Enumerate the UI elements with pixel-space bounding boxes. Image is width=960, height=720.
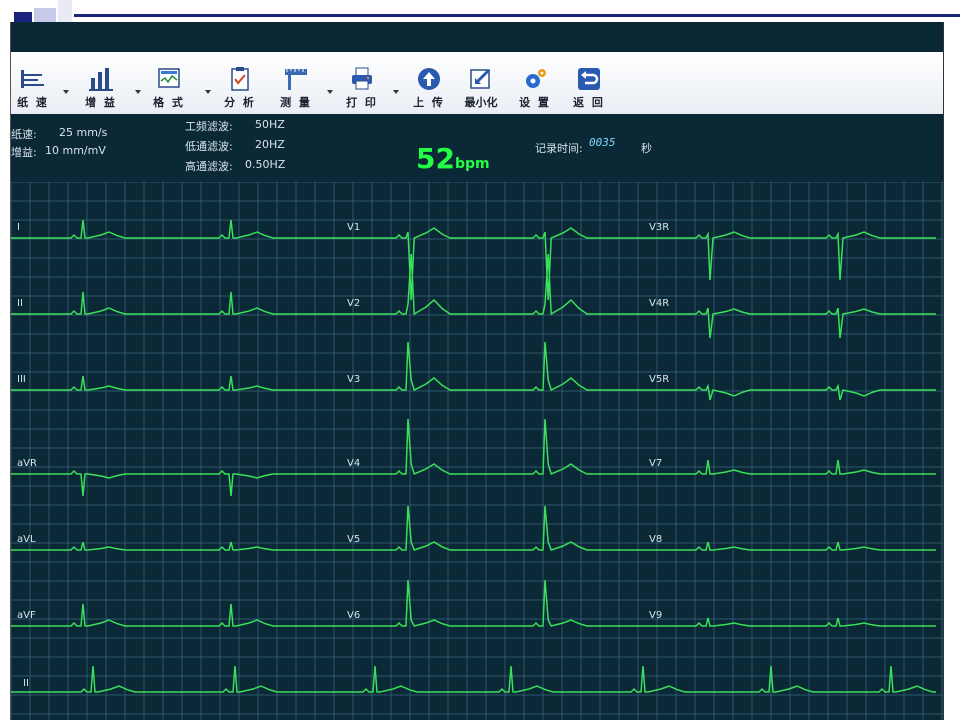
gain-info-label: 增益: bbox=[11, 146, 37, 159]
ecg-trace bbox=[11, 603, 341, 627]
paper-speed-label: 纸 速 bbox=[17, 96, 49, 109]
toolbar: 纸 速 增 益 格 式 分 析 测 量 打 印 上 传 最小化 设 置 返 回 bbox=[11, 52, 943, 116]
lead-label-avf: aVF bbox=[17, 610, 36, 621]
paper-speed-info-label: 纸速: bbox=[11, 128, 37, 141]
gear-icon bbox=[526, 69, 546, 88]
print-dropdown-arrow[interactable] bbox=[393, 90, 399, 94]
slide-square-navy bbox=[14, 12, 32, 22]
gain-button[interactable]: 增 益 bbox=[79, 54, 123, 110]
return-label: 返 回 bbox=[573, 96, 605, 109]
lead-label-iii: III bbox=[17, 374, 26, 385]
ecg-trace bbox=[11, 291, 341, 315]
analysis-clipboard-icon bbox=[231, 67, 249, 91]
minimize-button[interactable]: 最小化 bbox=[459, 54, 503, 110]
settings-label: 设 置 bbox=[519, 96, 551, 109]
heart-rate-display: 52bpm bbox=[416, 142, 490, 175]
ecg-traces bbox=[11, 219, 936, 693]
slide-rule bbox=[74, 14, 960, 17]
minimize-icon bbox=[470, 68, 491, 89]
slide-square-lavender bbox=[34, 8, 56, 22]
ecg-waveform-grid: IIIIIIaVRaVLaVFV1V2V3V4V5V6V3RV4RV5RV7V8… bbox=[11, 182, 943, 720]
gain-bars-icon bbox=[89, 68, 113, 91]
lead-label-avr: aVR bbox=[17, 458, 37, 469]
format-icon bbox=[158, 68, 180, 88]
print-button[interactable]: 打 印 bbox=[339, 54, 385, 110]
lead-label-v5r: V5R bbox=[649, 374, 669, 385]
lowpass-filter-label: 低通滤波: bbox=[185, 140, 233, 153]
slide-square-light bbox=[58, 0, 72, 22]
lead-label-v3r: V3R bbox=[649, 222, 669, 233]
lead-label-v2: V2 bbox=[347, 298, 360, 309]
lead-label-v6: V6 bbox=[347, 610, 360, 621]
paper-speed-button[interactable]: 纸 速 bbox=[13, 54, 53, 110]
print-label: 打 印 bbox=[346, 96, 378, 109]
lead-label-ii: II bbox=[17, 298, 23, 309]
power-filter-value: 50HZ bbox=[255, 118, 285, 131]
paper-speed-dropdown-arrow[interactable] bbox=[63, 90, 69, 94]
printer-icon bbox=[352, 67, 372, 90]
return-button[interactable]: 返 回 bbox=[567, 54, 611, 110]
return-arrow-icon bbox=[578, 68, 600, 90]
highpass-filter-value: 0.50HZ bbox=[245, 158, 286, 171]
paper-speed-info-value: 25 mm/s bbox=[59, 126, 108, 139]
upload-label: 上 传 bbox=[413, 96, 445, 109]
ecg-trace bbox=[646, 307, 936, 339]
lead-label-v1: V1 bbox=[347, 222, 360, 233]
format-dropdown-arrow[interactable] bbox=[205, 90, 211, 94]
record-time-value: 0035 bbox=[589, 136, 616, 149]
minimize-label: 最小化 bbox=[464, 96, 498, 109]
heart-rate-unit: bpm bbox=[454, 156, 490, 172]
lead-label-v4: V4 bbox=[347, 458, 360, 469]
paper-speed-icon bbox=[21, 70, 44, 88]
ruler-measure-icon bbox=[285, 69, 307, 90]
heart-rate-value: 52 bbox=[416, 142, 455, 175]
lead-label-rhythm-ii: II bbox=[23, 678, 29, 689]
measure-button[interactable]: 测 量 bbox=[273, 54, 319, 110]
format-label: 格 式 bbox=[153, 96, 185, 109]
measure-label: 测 量 bbox=[280, 96, 312, 109]
gain-label: 增 益 bbox=[85, 96, 117, 109]
upload-button[interactable]: 上 传 bbox=[407, 54, 451, 110]
gain-info-value: 10 mm/mV bbox=[45, 144, 106, 157]
upload-arrow-icon bbox=[418, 68, 440, 90]
lead-label-avl: aVL bbox=[17, 534, 36, 545]
ecg-monitor-screen: 纸 速 增 益 格 式 分 析 测 量 打 印 上 传 最小化 设 置 返 回 … bbox=[10, 22, 944, 720]
format-button[interactable]: 格 式 bbox=[147, 54, 191, 110]
lead-label-v7: V7 bbox=[649, 458, 662, 469]
record-time-label: 记录时间: bbox=[535, 142, 583, 155]
slide-decoration bbox=[0, 0, 960, 22]
lead-label-v8: V8 bbox=[649, 534, 662, 545]
lead-label-v4r: V4R bbox=[649, 298, 669, 309]
ecg-grid-lines bbox=[11, 182, 943, 720]
settings-button[interactable]: 设 置 bbox=[513, 54, 557, 110]
ecg-trace bbox=[646, 383, 936, 401]
ecg-trace bbox=[11, 665, 936, 693]
lead-label-v3: V3 bbox=[347, 374, 360, 385]
measure-dropdown-arrow[interactable] bbox=[327, 90, 333, 94]
lowpass-filter-value: 20HZ bbox=[255, 138, 285, 151]
analysis-button[interactable]: 分 析 bbox=[217, 54, 263, 110]
ecg-trace bbox=[11, 469, 341, 497]
highpass-filter-label: 高通滤波: bbox=[185, 160, 233, 173]
gain-dropdown-arrow[interactable] bbox=[135, 90, 141, 94]
lead-label-v9: V9 bbox=[649, 610, 662, 621]
lead-label-i: I bbox=[17, 222, 20, 233]
ecg-trace bbox=[11, 219, 341, 239]
lead-label-v5: V5 bbox=[347, 534, 360, 545]
power-filter-label: 工频滤波: bbox=[185, 120, 233, 133]
record-time-unit: 秒 bbox=[641, 142, 652, 155]
analysis-label: 分 析 bbox=[224, 96, 256, 109]
ecg-trace bbox=[11, 375, 341, 391]
